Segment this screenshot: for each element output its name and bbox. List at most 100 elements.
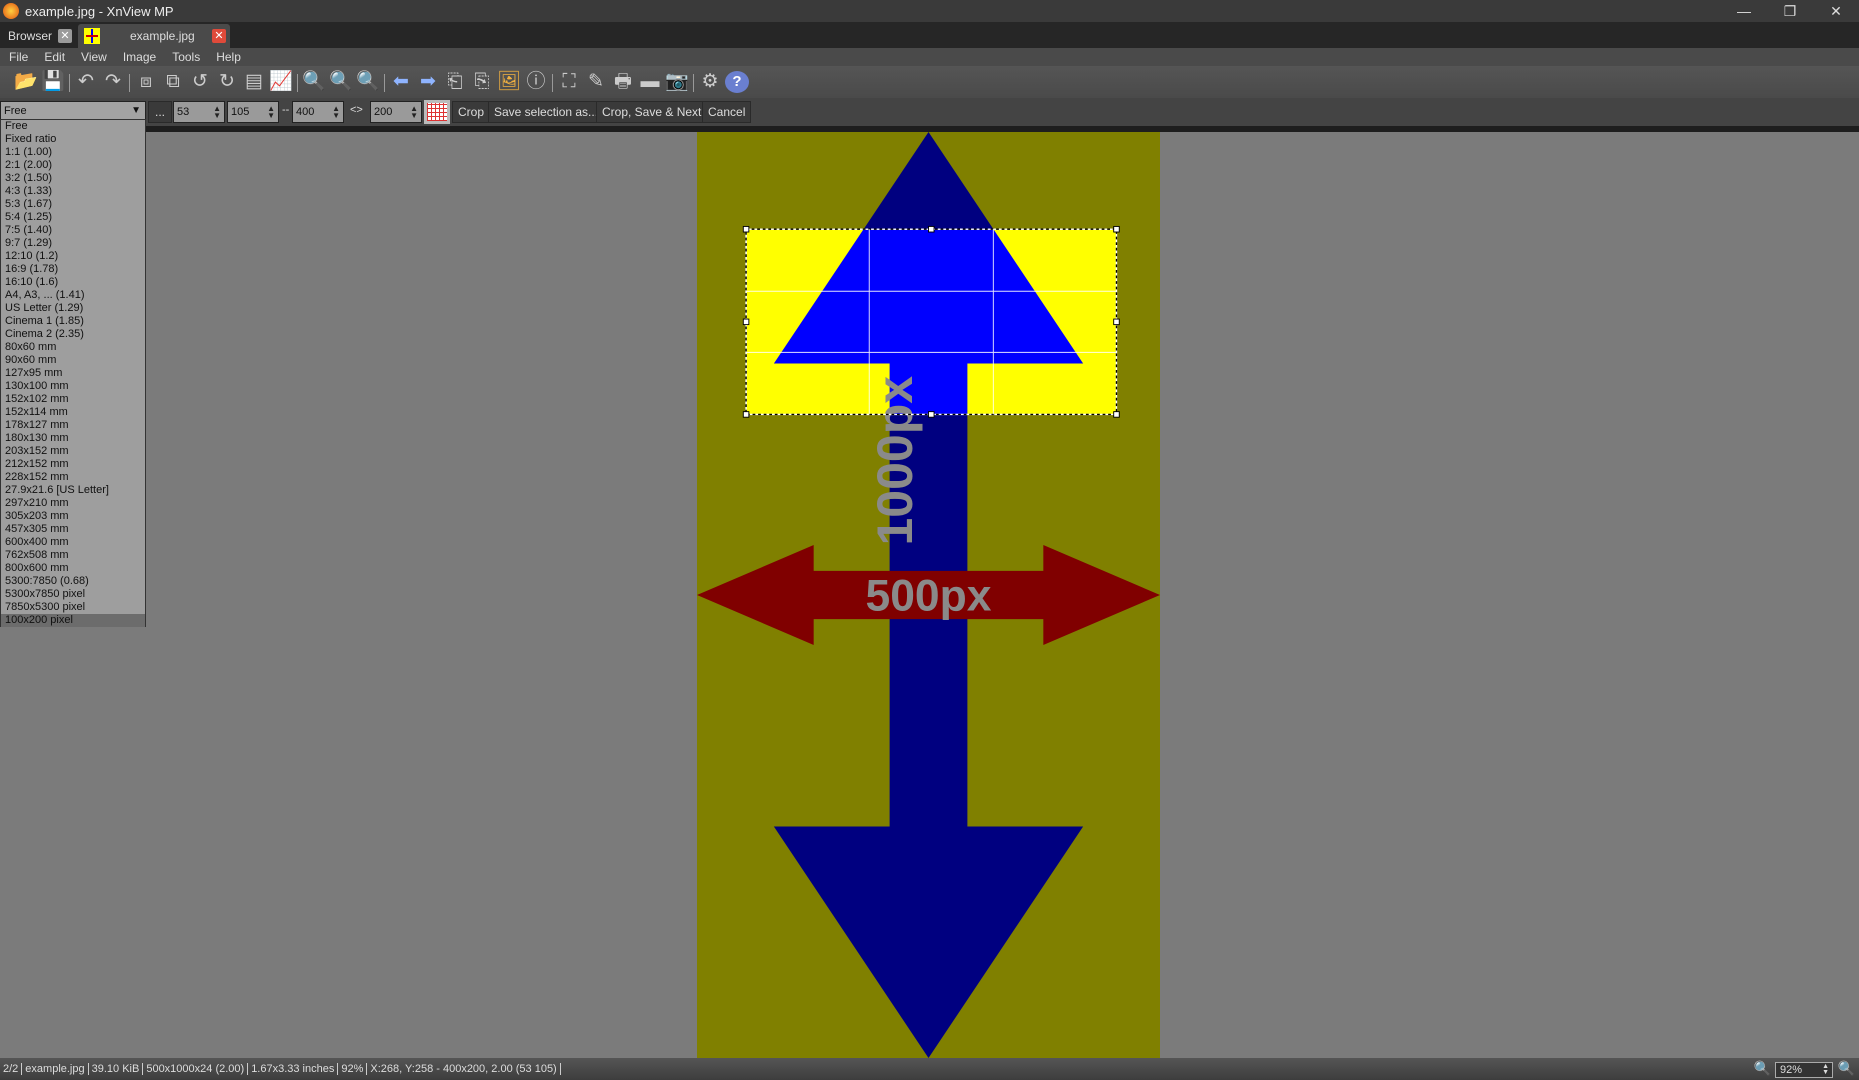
ratio-option[interactable]: 27.9x21.6 [US Letter] [1,484,145,497]
ratio-dropdown-list[interactable]: Free Fixed ratio 1:1 (1.00) 2:1 (2.00) 3:2 (… [0,119,146,627]
crop-width-input[interactable]: 400 ▲ ▼ [292,101,344,123]
ratio-option[interactable]: 180x130 mm [1,432,145,445]
ratio-option[interactable]: 9:7 (1.29) [1,237,145,250]
zoom-out-icon[interactable]: 🔍 [1838,1060,1855,1077]
menu-tools[interactable]: Tools [163,50,207,64]
grid-toggle-button[interactable] [424,100,450,124]
adjust-icon[interactable]: ▤ [242,71,266,93]
ratio-option[interactable]: 5300:7850 (0.68) [1,575,145,588]
spin-arrows-icon[interactable]: ▲ ▼ [213,105,221,120]
resize-handle[interactable] [1113,411,1120,418]
ratio-option[interactable]: 100x200 pixel [1,614,145,627]
crop-x-input[interactable]: 53 ▲ ▼ [173,101,225,123]
print-icon[interactable]: 🖶 [611,71,635,93]
last-page-icon[interactable]: ⎘ [470,71,494,93]
capture-icon[interactable]: 📷 [665,71,689,93]
resize-icon[interactable]: ⧉ [161,71,185,93]
ratio-option[interactable]: 5300x7850 pixel [1,588,145,601]
zoom-actual-icon[interactable]: 🔍 [329,71,353,93]
ratio-select[interactable]: Free ▼ [0,101,146,121]
resize-handle[interactable] [742,318,750,326]
levels-icon[interactable]: 📈 [269,71,293,93]
resize-handle[interactable] [928,411,935,418]
zoom-out-icon[interactable]: 🔍 [356,71,380,93]
ratio-option[interactable]: 152x102 mm [1,393,145,406]
image-viewer[interactable]: 500px1000px 500px1000px1000px [0,132,1859,1058]
menu-image[interactable]: Image [114,50,163,64]
ratio-option[interactable]: 90x60 mm [1,354,145,367]
ratio-option[interactable]: 12:10 (1.2) [1,250,145,263]
rotate-right-icon[interactable]: ↻ [215,71,239,93]
menu-file[interactable]: File [0,50,35,64]
ratio-option[interactable]: 297x210 mm [1,497,145,510]
browse-folders-icon[interactable]: 📂 [14,71,38,93]
ratio-option[interactable]: 178x127 mm [1,419,145,432]
ratio-option[interactable]: 7850x5300 pixel [1,601,145,614]
ratio-option[interactable]: 5:3 (1.67) [1,198,145,211]
ratio-option[interactable]: 80x60 mm [1,341,145,354]
spin-arrows-icon[interactable]: ▲ ▼ [332,105,340,120]
crop-height-input[interactable]: 200 ▲ ▼ [370,101,422,123]
resize-handle[interactable] [742,411,750,418]
resize-handle[interactable] [1113,318,1120,326]
redo-icon[interactable]: ↷ [101,71,125,93]
crop-icon[interactable]: ⧈ [134,71,158,93]
ratio-option[interactable]: 600x400 mm [1,536,145,549]
ratio-option[interactable]: US Letter (1.29) [1,302,145,315]
resize-handle[interactable] [1113,225,1120,233]
ratio-option[interactable]: 1:1 (1.00) [1,146,145,159]
close-tab-icon[interactable]: ✕ [58,29,72,43]
ratio-option[interactable]: 16:9 (1.78) [1,263,145,276]
ratio-option[interactable]: Cinema 1 (1.85) [1,315,145,328]
tab-browser[interactable]: Browser ✕ [0,24,76,48]
undo-icon[interactable]: ↶ [74,71,98,93]
ratio-option[interactable]: Free [1,120,145,133]
ratio-option[interactable]: 4:3 (1.33) [1,185,145,198]
ratio-option[interactable]: 3:2 (1.50) [1,172,145,185]
crop-y-input[interactable]: 105 ▲ ▼ [227,101,279,123]
info-icon[interactable]: ⓘ [524,71,548,93]
zoom-in-icon[interactable]: 🔍 [302,71,326,93]
ratio-option[interactable]: 457x305 mm [1,523,145,536]
settings-icon[interactable]: ⚙ [698,71,722,93]
ratio-option[interactable]: 130x100 mm [1,380,145,393]
zoom-level-input[interactable]: 92% ▲ ▼ [1775,1062,1833,1078]
spin-arrows-icon[interactable]: ▲ ▼ [410,105,418,120]
ratio-option[interactable]: 16:10 (1.6) [1,276,145,289]
help-icon[interactable]: ? [725,71,749,93]
ratio-option[interactable]: 228x152 mm [1,471,145,484]
ratio-option[interactable]: 5:4 (1.25) [1,211,145,224]
ratio-option[interactable]: 762x508 mm [1,549,145,562]
menu-view[interactable]: View [72,50,114,64]
ratio-option[interactable]: Fixed ratio [1,133,145,146]
rotate-left-icon[interactable]: ↺ [188,71,212,93]
ratio-option[interactable]: 212x152 mm [1,458,145,471]
menu-edit[interactable]: Edit [35,50,72,64]
edit-text-icon[interactable]: ✎ [584,71,608,93]
spin-arrows-icon[interactable]: ▲ ▼ [1822,1063,1829,1076]
cancel-button[interactable]: Cancel [702,101,752,123]
zoom-in-icon[interactable]: 🔍 [1754,1060,1771,1077]
ratio-option[interactable]: 152x114 mm [1,406,145,419]
ratio-option[interactable]: Cinema 2 (2.35) [1,328,145,341]
close-window-button[interactable]: ✕ [1813,0,1859,22]
spin-arrows-icon[interactable]: ▲ ▼ [267,105,275,120]
save-selection-as-button[interactable]: Save selection as... [488,101,605,123]
menu-help[interactable]: Help [207,50,248,64]
crop-button[interactable]: Crop [452,101,491,123]
resize-handle[interactable] [928,225,935,233]
ratio-option[interactable]: 2:1 (2.00) [1,159,145,172]
ratio-option[interactable]: 127x95 mm [1,367,145,380]
ratio-option[interactable]: 800x600 mm [1,562,145,575]
save-icon[interactable]: 💾 [41,71,65,93]
image-canvas[interactable]: 500px1000px 500px1000px1000px [697,132,1160,1058]
next-icon[interactable]: ➡ [416,71,440,93]
slideshow-icon[interactable]: 🖼 [497,71,521,93]
more-button[interactable]: ... [148,101,172,123]
previous-icon[interactable]: ⬅ [389,71,413,93]
close-tab-icon[interactable]: ✕ [212,29,226,43]
scan-icon[interactable]: ▬ [638,71,662,93]
restore-button[interactable]: ❐ [1767,0,1813,22]
ratio-option[interactable]: 7:5 (1.40) [1,224,145,237]
minimize-button[interactable]: — [1721,0,1767,22]
